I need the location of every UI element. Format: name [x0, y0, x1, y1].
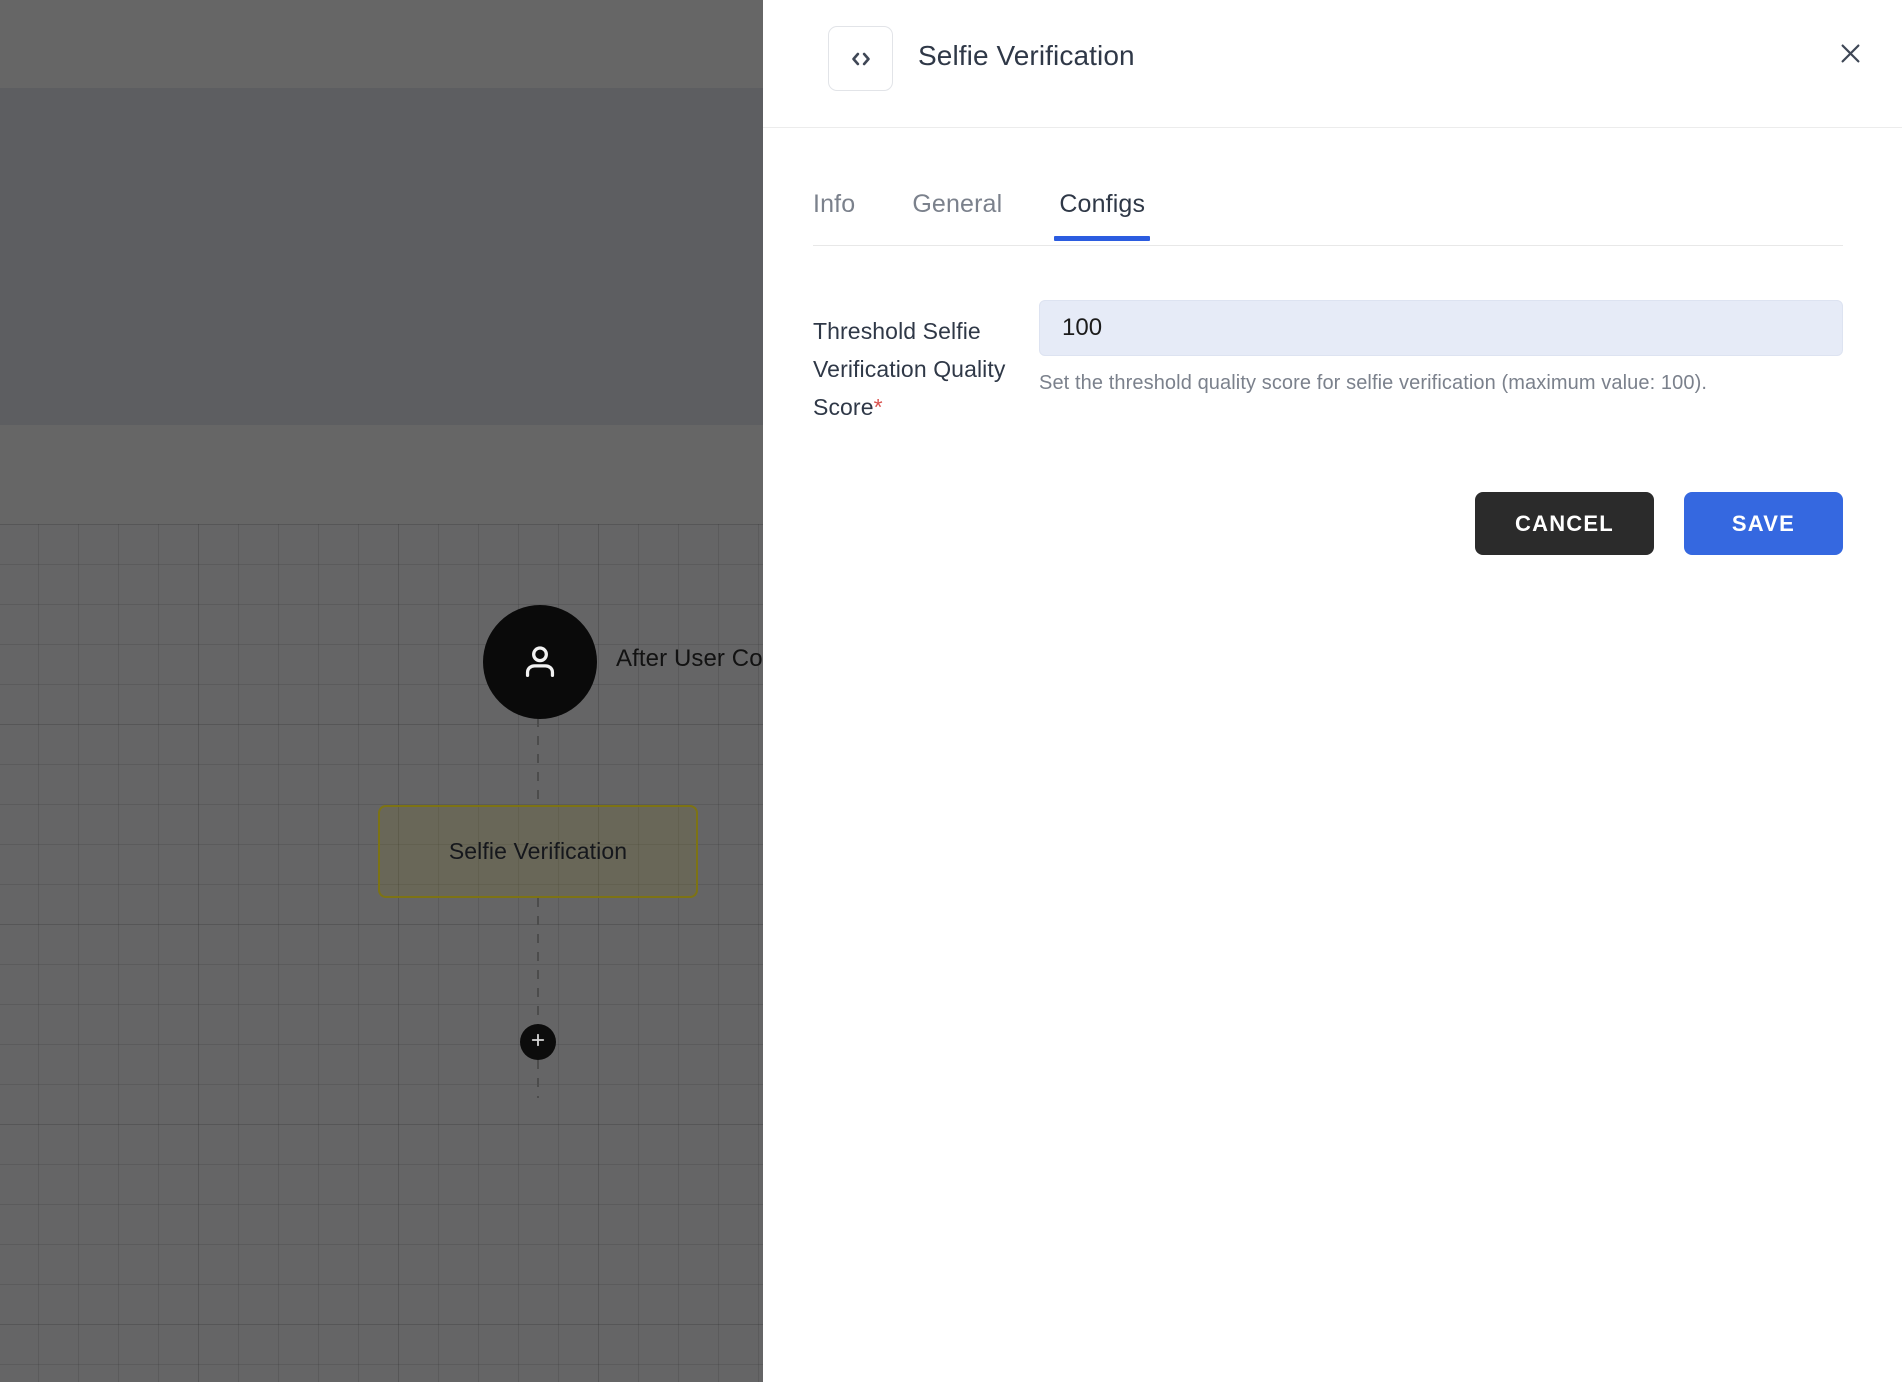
start-node[interactable] [483, 605, 597, 719]
connector-line-top [537, 718, 539, 806]
flow-canvas[interactable]: After User Con Selfie Verification [0, 0, 763, 1382]
threshold-field-label-text: Threshold Selfie Verification Quality Sc… [813, 318, 1006, 420]
tab-configs[interactable]: Configs [1054, 190, 1150, 241]
tabs-divider [813, 245, 1843, 246]
tab-info[interactable]: Info [813, 190, 855, 241]
tab-general[interactable]: General [912, 190, 1002, 241]
details-panel: Selfie Verification Info General Configs… [763, 0, 1902, 1382]
app-root: After User Con Selfie Verification Selfi… [0, 0, 1902, 1382]
panel-title: Selfie Verification [918, 40, 1135, 71]
plus-icon [529, 1031, 547, 1054]
canvas-band-middle [0, 88, 763, 425]
canvas-band-top [0, 0, 763, 88]
close-button[interactable] [1827, 33, 1873, 79]
code-icon [828, 26, 893, 91]
cancel-button[interactable]: CANCEL [1475, 492, 1654, 555]
threshold-field-label: Threshold Selfie Verification Quality Sc… [813, 312, 1013, 426]
save-button[interactable]: SAVE [1683, 492, 1843, 555]
required-marker: * [873, 394, 883, 420]
canvas-band-lower [0, 425, 763, 524]
threshold-help-text: Set the threshold quality score for self… [1039, 372, 1707, 394]
start-node-label: After User Con [616, 645, 763, 672]
connector-line-bottom [537, 898, 539, 1098]
selfie-verification-node[interactable]: Selfie Verification [378, 805, 698, 898]
add-node-button[interactable] [520, 1024, 556, 1060]
panel-tabs: Info General Configs [813, 190, 1843, 270]
panel-actions: CANCEL SAVE [813, 492, 1843, 555]
threshold-field-control: Set the threshold quality score for self… [1039, 300, 1843, 395]
panel-header: Selfie Verification [763, 0, 1902, 128]
user-icon [517, 639, 563, 685]
threshold-input[interactable] [1039, 300, 1843, 356]
selfie-verification-node-label: Selfie Verification [448, 838, 628, 864]
close-icon [1837, 40, 1864, 72]
